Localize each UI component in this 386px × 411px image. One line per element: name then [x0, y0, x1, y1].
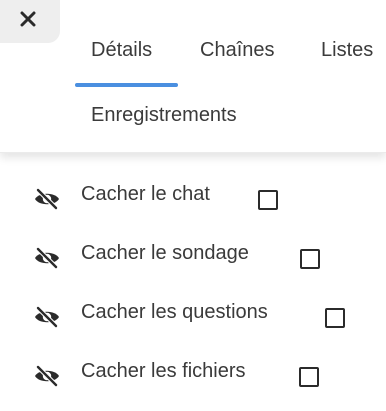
hide-poll-checkbox[interactable]	[300, 249, 320, 269]
option-label: Cacher les fichiers	[81, 360, 246, 382]
option-hide-questions: Cacher les questions	[0, 296, 386, 336]
panel: Détails Chaînes Listes Enregistrements C…	[0, 0, 386, 411]
option-hide-poll: Cacher le sondage	[0, 237, 386, 277]
tab-listes[interactable]: Listes	[321, 39, 373, 62]
option-label: Cacher le chat	[81, 183, 210, 205]
eye-slash-icon	[35, 188, 59, 210]
eye-slash-icon	[35, 247, 59, 269]
tab-details[interactable]: Détails	[91, 39, 152, 62]
eye-slash-icon	[35, 306, 59, 328]
tab-enregistrements[interactable]: Enregistrements	[91, 104, 237, 127]
active-tab-indicator	[75, 83, 178, 87]
hide-chat-checkbox[interactable]	[258, 190, 278, 210]
hide-questions-checkbox[interactable]	[325, 308, 345, 328]
hide-files-checkbox[interactable]	[299, 367, 319, 387]
option-label: Cacher le sondage	[81, 242, 249, 264]
close-button[interactable]	[0, 0, 60, 43]
option-hide-chat: Cacher le chat	[0, 178, 386, 218]
close-icon	[20, 11, 36, 27]
eye-slash-icon	[35, 365, 59, 387]
tab-chaines[interactable]: Chaînes	[200, 39, 275, 62]
option-hide-files: Cacher les fichiers	[0, 355, 386, 395]
tab-header: Détails Chaînes Listes Enregistrements	[0, 0, 386, 153]
option-label: Cacher les questions	[81, 301, 268, 323]
